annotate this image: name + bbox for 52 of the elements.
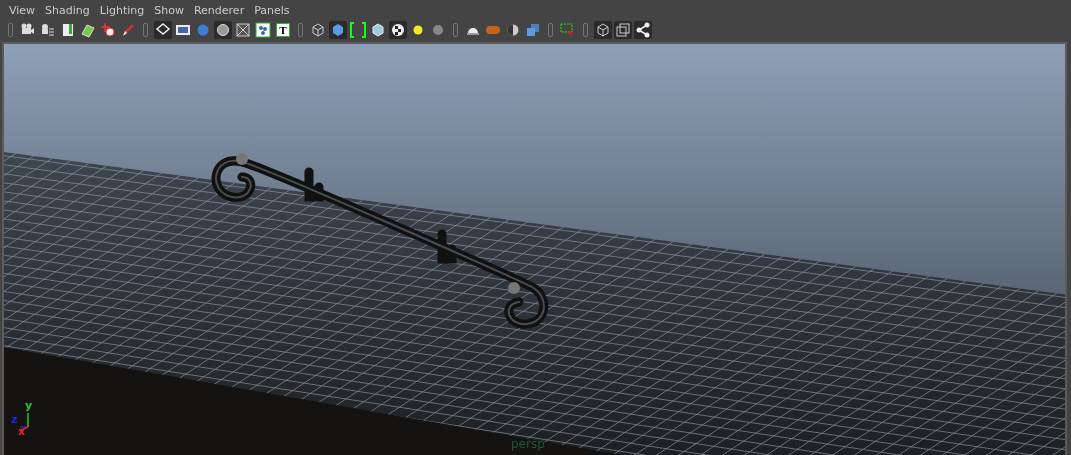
menu-item[interactable]: Show: [149, 3, 189, 17]
cube-icon: [330, 22, 346, 38]
menu-item[interactable]: Shading: [40, 3, 95, 17]
isolate-icon: [350, 22, 366, 38]
camera-list-icon: [40, 22, 56, 38]
pan-zoom-icon: [100, 22, 116, 38]
menu-item[interactable]: View: [4, 3, 41, 17]
axis-label: y: [25, 400, 33, 411]
shaded-cube-button[interactable]: [369, 21, 387, 39]
grid-icon: [155, 22, 171, 38]
cross-box-icon: [235, 22, 251, 38]
checker-ball-button[interactable]: [389, 21, 407, 39]
isolate-button[interactable]: [349, 21, 367, 39]
menu-item[interactable]: Lighting: [94, 3, 150, 17]
cube-button[interactable]: [329, 21, 347, 39]
cube-outline-icon: [310, 22, 326, 38]
cubes-button[interactable]: [524, 21, 542, 39]
grid-button[interactable]: [154, 21, 172, 39]
pan-zoom-button[interactable]: [99, 21, 117, 39]
menu-item[interactable]: Renderer: [188, 3, 250, 17]
bookmark-icon: [60, 22, 76, 38]
overlapping-squares-icon: [615, 22, 631, 38]
dots-button[interactable]: [254, 21, 272, 39]
cube-outline-button[interactable]: [309, 21, 327, 39]
circle-button[interactable]: [214, 21, 232, 39]
camera-list-button[interactable]: [39, 21, 57, 39]
pencil-icon: [120, 22, 136, 38]
cube-outline-icon: [595, 22, 611, 38]
axis-label: z: [11, 414, 18, 425]
camera-label: persp: [511, 437, 545, 451]
3d-viewport[interactable]: y z x persp: [2, 42, 1067, 455]
text-toggle-button[interactable]: T: [274, 21, 292, 39]
marquee-select-icon: [560, 22, 576, 38]
cross-box-button[interactable]: [234, 21, 252, 39]
matte-sphere-icon: [430, 22, 446, 38]
menu-item[interactable]: Panels: [249, 3, 295, 17]
circle-icon: [215, 22, 231, 38]
image-plane-icon: [80, 22, 96, 38]
axis-indicator-icon: [19, 412, 29, 431]
nodes-icon: [635, 22, 651, 38]
cube-outline-button[interactable]: [594, 21, 612, 39]
dots-icon: [255, 22, 271, 38]
nodes-button[interactable]: [634, 21, 652, 39]
sphere-icon: [195, 22, 211, 38]
checker-ball-icon: [390, 22, 406, 38]
image-plane-button[interactable]: [79, 21, 97, 39]
axis-label: x: [18, 426, 26, 437]
shaded-cube-icon: [370, 22, 386, 38]
cubes-icon: [525, 22, 541, 38]
overlapping-squares-button[interactable]: [614, 21, 632, 39]
film-strip-icon: [175, 22, 191, 38]
half-sphere-icon: [505, 22, 521, 38]
